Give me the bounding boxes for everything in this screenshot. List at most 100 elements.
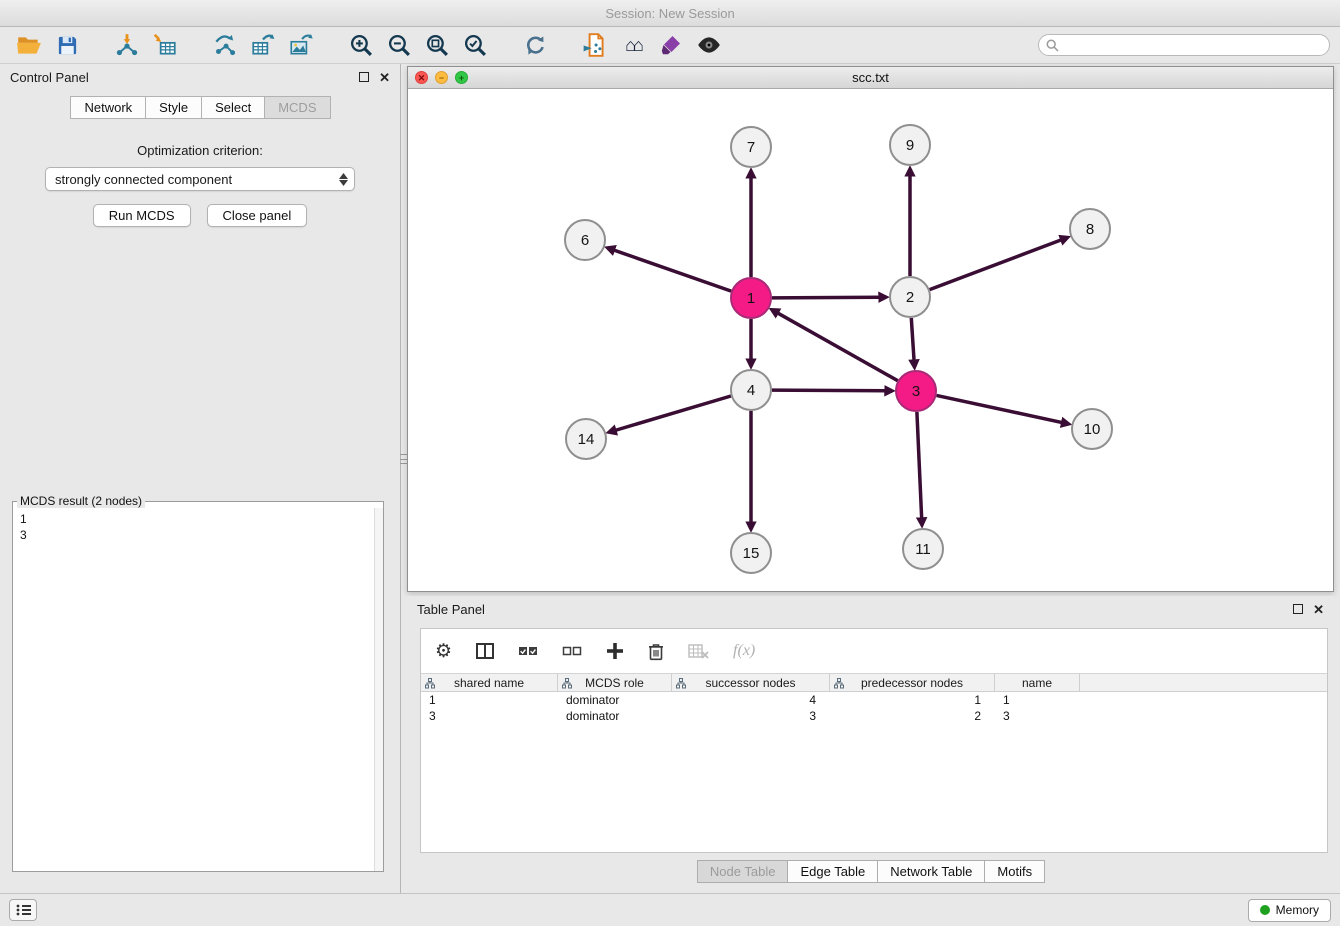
zoom-out-button[interactable] [380, 29, 418, 61]
save-session-button[interactable] [48, 29, 86, 61]
graph-edge-2-8[interactable] [930, 240, 1062, 290]
import-network-button[interactable] [108, 29, 146, 61]
criterion-dropdown[interactable]: strongly connected component [45, 167, 355, 191]
refresh-button[interactable] [516, 29, 554, 61]
refresh-icon [523, 33, 548, 58]
zoom-fit-button[interactable] [418, 29, 456, 61]
tab-select[interactable]: Select [201, 96, 265, 119]
column-label: predecessor nodes [861, 676, 963, 690]
panel-splitter-grip[interactable] [400, 452, 407, 466]
maximize-window-button[interactable]: + [455, 71, 468, 84]
cell-predecessor-nodes[interactable]: 2 [830, 709, 995, 723]
graph-node-label-2: 2 [906, 289, 914, 306]
mcds-result-box: MCDS result (2 nodes) 1 3 [12, 494, 384, 872]
open-style-button[interactable] [576, 29, 614, 61]
mcds-result-title: MCDS result (2 nodes) [17, 494, 145, 508]
cell-successor-nodes[interactable]: 3 [672, 709, 830, 723]
column-header-name[interactable]: name [995, 674, 1080, 691]
column-label: successor nodes [705, 676, 795, 690]
search-field-container [1038, 34, 1330, 56]
tab-node-table[interactable]: Node Table [697, 860, 789, 883]
float-table-panel-icon[interactable] [1293, 604, 1303, 614]
zoom-selected-button[interactable] [456, 29, 494, 61]
export-table-button[interactable] [244, 29, 282, 61]
tab-motifs[interactable]: Motifs [984, 860, 1045, 883]
node-table-block: ⚙ [420, 628, 1328, 853]
fx-icon: f(x) [733, 642, 755, 660]
task-history-button[interactable] [9, 899, 37, 921]
cell-name[interactable]: 1 [995, 693, 1080, 707]
export-table-icon [250, 32, 276, 58]
delete-table-button-disabled [688, 644, 709, 659]
network-canvas[interactable]: 7968124314101511 [408, 89, 1333, 591]
table-row[interactable]: 3 dominator 3 2 3 [421, 708, 1327, 724]
export-network-button[interactable] [206, 29, 244, 61]
open-folder-icon [16, 32, 42, 58]
tab-network-table[interactable]: Network Table [877, 860, 985, 883]
graph-edge-3-10[interactable] [937, 395, 1063, 422]
table-row[interactable]: 1 dominator 4 1 1 [421, 692, 1327, 708]
close-panel-icon[interactable]: ✕ [379, 71, 390, 84]
tab-edge-table[interactable]: Edge Table [787, 860, 878, 883]
cell-mcds-role[interactable]: dominator [558, 709, 672, 723]
cell-mcds-role[interactable]: dominator [558, 693, 672, 707]
select-all-rows-button[interactable] [518, 644, 538, 658]
import-table-button[interactable] [146, 29, 184, 61]
memory-button[interactable]: Memory [1248, 899, 1331, 922]
export-image-button[interactable] [282, 29, 320, 61]
graph-edge-3-11[interactable] [917, 412, 922, 519]
cell-successor-nodes[interactable]: 4 [672, 693, 830, 707]
first-neighbors-button[interactable]: ⌂⌂ [614, 29, 652, 61]
checked-boxes-icon [518, 644, 538, 658]
network-window-titlebar[interactable]: ✕ − + scc.txt [408, 67, 1333, 89]
plus-icon [606, 642, 624, 660]
graph-edge-1-6[interactable] [613, 250, 731, 291]
mcds-buttons-row: Run MCDS Close panel [0, 204, 400, 227]
export-network-icon [212, 32, 238, 58]
import-table-icon [152, 32, 178, 58]
application-window: Session: New Session [0, 0, 1340, 926]
column-header-successor-nodes[interactable]: successor nodes [672, 674, 830, 691]
deselect-all-rows-button[interactable] [562, 644, 582, 658]
result-scrollbar[interactable] [374, 508, 383, 871]
float-panel-icon[interactable] [359, 72, 369, 82]
split-view-button[interactable] [476, 643, 494, 659]
function-builder-button: f(x) [733, 642, 755, 660]
cell-shared-name[interactable]: 1 [421, 693, 558, 707]
graph-edge-3-1[interactable] [777, 313, 898, 381]
zoom-in-button[interactable] [342, 29, 380, 61]
main-toolbar: ⌂⌂ [0, 27, 1340, 64]
paint-style-button[interactable] [652, 29, 690, 61]
mcds-result-content[interactable]: 1 3 [13, 508, 383, 871]
table-tab-bar: Node Table Edge Table Network Table Moti… [407, 860, 1334, 883]
close-window-button[interactable]: ✕ [415, 71, 428, 84]
tab-network[interactable]: Network [70, 96, 146, 119]
minimize-window-button[interactable]: − [435, 71, 448, 84]
add-column-button[interactable] [606, 642, 624, 660]
show-hide-button[interactable] [690, 29, 728, 61]
column-header-shared-name[interactable]: shared name [421, 674, 558, 691]
control-panel-header: Control Panel ✕ [0, 64, 400, 90]
cell-shared-name[interactable]: 3 [421, 709, 558, 723]
search-input[interactable] [1064, 38, 1322, 52]
open-session-button[interactable] [10, 29, 48, 61]
graph-edge-2-3[interactable] [911, 318, 914, 361]
column-header-mcds-role[interactable]: MCDS role [558, 674, 672, 691]
cell-name[interactable]: 3 [995, 709, 1080, 723]
graph-edge-1-2[interactable] [772, 297, 880, 298]
delete-column-button[interactable] [648, 642, 664, 661]
graph-edge-4-3[interactable] [772, 390, 886, 391]
close-panel-button[interactable]: Close panel [207, 204, 308, 227]
save-icon [56, 34, 79, 57]
graph-edge-4-14[interactable] [615, 396, 731, 431]
close-table-panel-icon[interactable]: ✕ [1313, 603, 1324, 616]
criterion-selected-value: strongly connected component [55, 172, 232, 187]
cell-predecessor-nodes[interactable]: 1 [830, 693, 995, 707]
network-view-window: ✕ − + scc.txt 7968124314101511 [407, 66, 1334, 592]
tab-style[interactable]: Style [145, 96, 202, 119]
run-mcds-button[interactable]: Run MCDS [93, 204, 191, 227]
column-header-predecessor-nodes[interactable]: predecessor nodes [830, 674, 995, 691]
memory-status-dot [1260, 905, 1270, 915]
tab-mcds[interactable]: MCDS [264, 96, 330, 119]
table-settings-button[interactable]: ⚙ [435, 642, 452, 661]
